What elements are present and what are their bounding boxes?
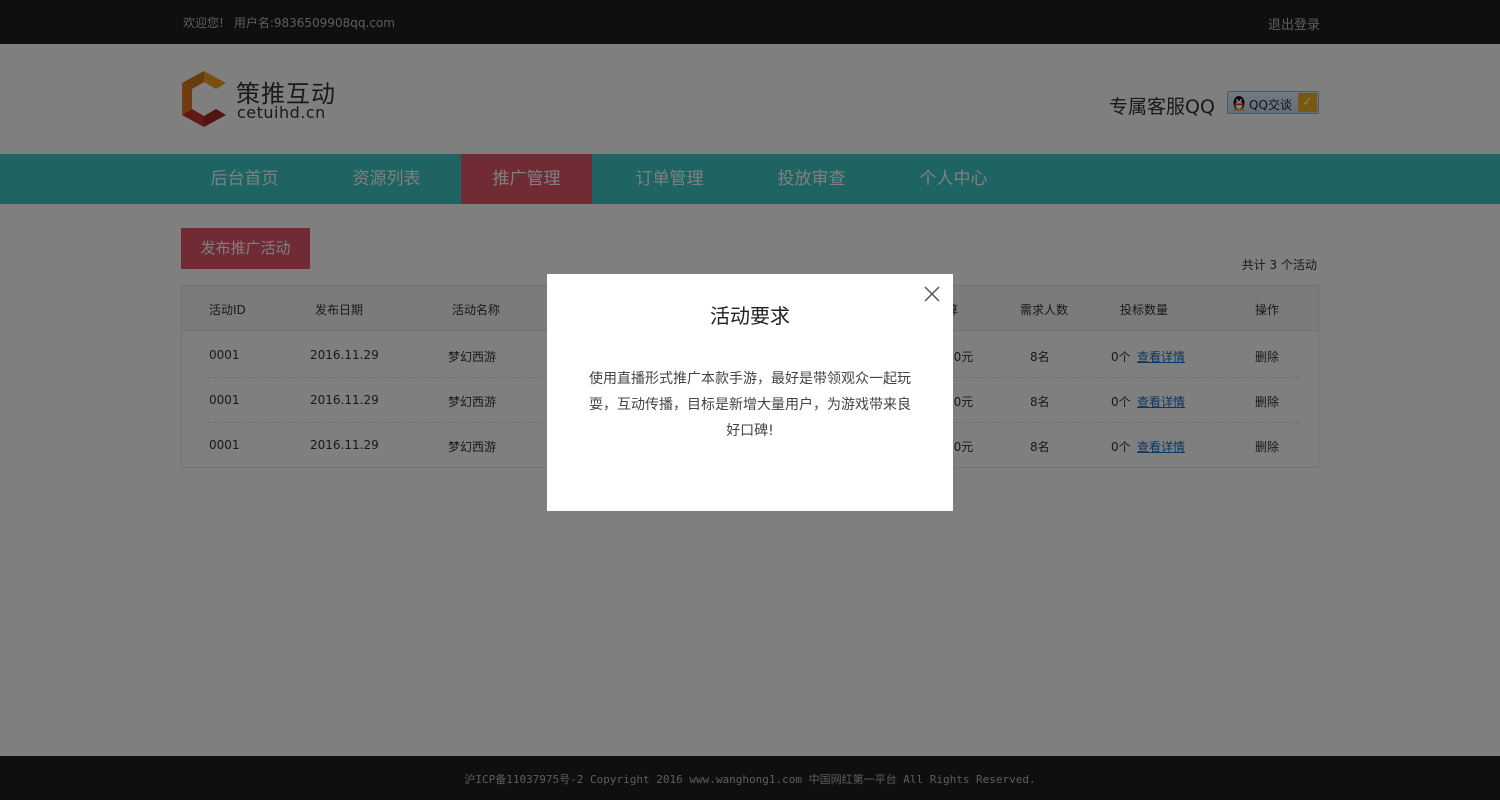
activity-requirements-modal: 活动要求 使用直播形式推广本款手游，最好是带领观众一起玩耍，互动传播，目标是新增… xyxy=(547,274,953,511)
modal-body: 使用直播形式推广本款手游，最好是带领观众一起玩耍，互动传播，目标是新增大量用户，… xyxy=(589,371,911,439)
close-icon[interactable] xyxy=(922,284,942,304)
modal-title: 活动要求 xyxy=(710,304,790,328)
